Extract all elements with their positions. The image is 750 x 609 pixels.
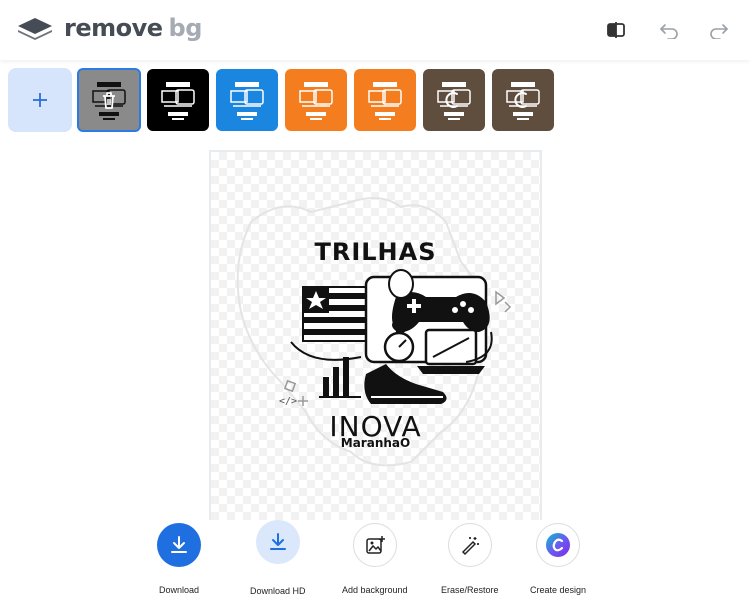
- add-image-button[interactable]: [8, 68, 72, 132]
- add-background-circle[interactable]: [352, 523, 397, 567]
- logo-text-remove: remove: [64, 14, 163, 42]
- image-thumbnail[interactable]: [216, 69, 278, 131]
- top-bar: remove bg: [0, 0, 750, 60]
- download-button[interactable]: Download: [157, 523, 201, 595]
- image-thumbnail[interactable]: [354, 69, 416, 131]
- logo-layers-icon: [18, 18, 52, 40]
- loading-spinner-icon: [492, 69, 554, 131]
- download-hd-circle[interactable]: [255, 520, 300, 564]
- plus-icon: [33, 93, 47, 107]
- erase-restore-button[interactable]: Erase/Restore: [441, 523, 499, 595]
- image-thumbnail[interactable]: [285, 69, 347, 131]
- undo-icon[interactable]: [657, 18, 681, 42]
- add-background-button[interactable]: Add background: [342, 523, 408, 595]
- canva-icon: [546, 533, 571, 557]
- image-thumbnail[interactable]: [147, 69, 209, 131]
- logo-text-bg: bg: [168, 14, 203, 42]
- image-preview-canvas[interactable]: </> TRILHAS INOVA MaranhaO: [209, 150, 542, 520]
- artwork-title: TRILHAS: [314, 238, 437, 266]
- image-thumbnail[interactable]: [77, 68, 141, 132]
- erase-restore-label: Erase/Restore: [441, 585, 499, 595]
- artwork-subtitle: MaranhaO: [340, 436, 411, 450]
- svg-text:</>: </>: [279, 396, 297, 407]
- magic-wand-icon: [461, 537, 479, 556]
- image-plus-icon: [366, 536, 385, 554]
- download-icon: [269, 533, 286, 550]
- download-circle[interactable]: [157, 523, 201, 567]
- image-thumbnail[interactable]: [492, 69, 554, 131]
- redo-icon[interactable]: [707, 18, 731, 42]
- download-label: Download: [158, 585, 200, 595]
- compare-icon[interactable]: [604, 18, 628, 42]
- erase-restore-circle[interactable]: [447, 523, 492, 567]
- artwork-illustration: </>: [236, 197, 512, 467]
- download-hd-label: Download HD: [250, 586, 306, 596]
- create-design-button[interactable]: Create design: [530, 523, 586, 595]
- thumbnail-artwork: [299, 82, 333, 120]
- removebg-logo[interactable]: remove bg: [16, 14, 202, 42]
- download-hd-button[interactable]: Download HD: [250, 520, 306, 596]
- image-thumbnail[interactable]: [423, 69, 485, 131]
- thumbnail-artwork: [161, 82, 195, 120]
- download-icon: [171, 536, 187, 553]
- create-design-label: Create design: [530, 585, 587, 595]
- create-design-circle[interactable]: [536, 523, 581, 567]
- loading-spinner-icon: [423, 69, 485, 131]
- add-background-label: Add background: [342, 585, 408, 595]
- thumbnail-artwork: [368, 82, 402, 120]
- thumbnail-artwork: [230, 82, 264, 120]
- trash-icon[interactable]: [79, 70, 139, 130]
- action-bar: Download Download HD Add background Eras…: [0, 520, 750, 609]
